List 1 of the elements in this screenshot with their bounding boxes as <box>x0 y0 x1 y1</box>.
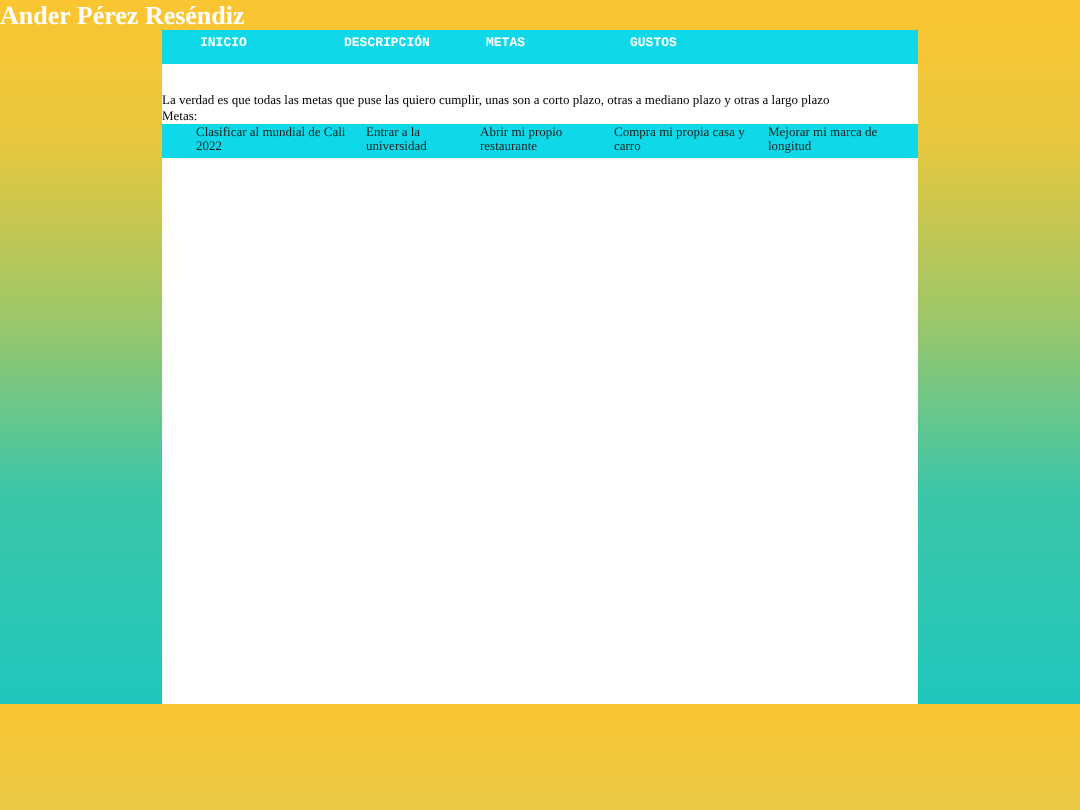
page-title: Ander Pérez Reséndiz <box>0 0 247 30</box>
